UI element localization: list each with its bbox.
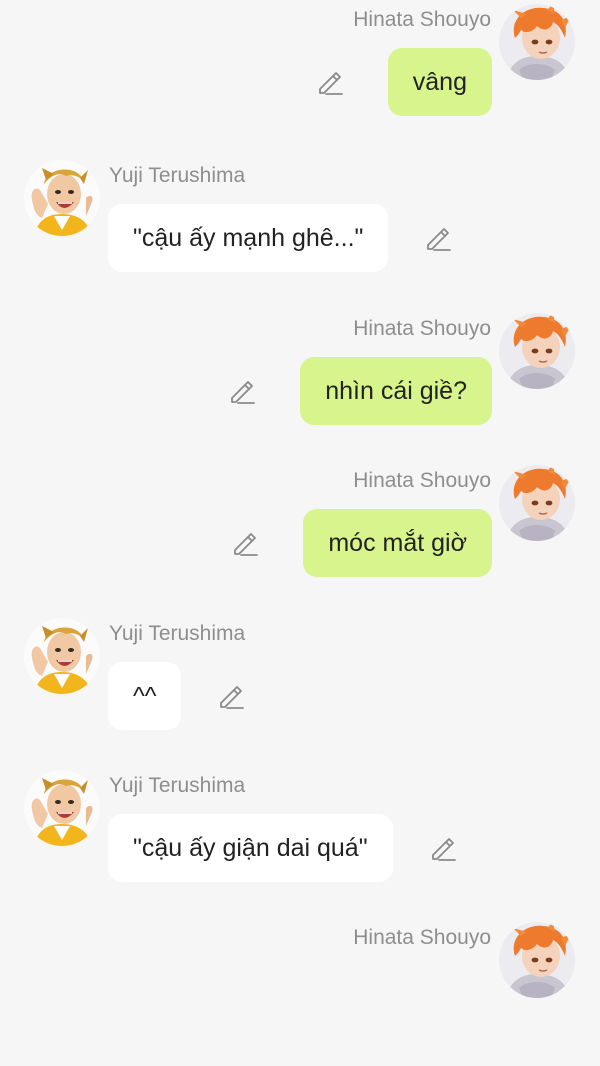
message-bubble[interactable]: nhìn cái giề? bbox=[300, 357, 492, 425]
hinata-avatar[interactable] bbox=[499, 4, 575, 80]
pencil-edit-icon[interactable] bbox=[315, 67, 345, 97]
message-bubble[interactable]: móc mắt giờ bbox=[303, 509, 492, 577]
pencil-edit-icon[interactable] bbox=[428, 833, 458, 863]
message-bubble[interactable]: "cậu ấy giận dai quá" bbox=[108, 814, 393, 882]
sender-name: Hinata Shouyo bbox=[353, 926, 491, 949]
pencil-edit-icon[interactable] bbox=[216, 681, 246, 711]
chat-message: Yuji Terushima ^^ bbox=[0, 610, 600, 762]
pencil-edit-icon[interactable] bbox=[227, 376, 257, 406]
sender-name: Hinata Shouyo bbox=[353, 469, 491, 492]
chat-message: Hinata Shouyo móc mắt giờ bbox=[0, 457, 600, 609]
yuji-avatar[interactable] bbox=[24, 618, 100, 694]
pencil-edit-icon[interactable] bbox=[230, 528, 260, 558]
hinata-avatar[interactable] bbox=[499, 922, 575, 998]
sender-name: Hinata Shouyo bbox=[353, 8, 491, 31]
chat-message: Hinata Shouyo nhìn cái giề? bbox=[0, 305, 600, 457]
message-bubble[interactable]: "cậu ấy mạnh ghê..." bbox=[108, 204, 389, 272]
sender-name: Yuji Terushima bbox=[109, 164, 246, 187]
chat-message: Yuji Terushima "cậu ấy giận dai quá" bbox=[0, 762, 600, 914]
hinata-avatar[interactable] bbox=[499, 313, 575, 389]
yuji-avatar[interactable] bbox=[24, 160, 100, 236]
message-bubble[interactable]: vâng bbox=[387, 48, 492, 116]
sender-name: Hinata Shouyo bbox=[353, 317, 491, 340]
message-bubble[interactable]: ^^ bbox=[108, 662, 182, 730]
chat-message: Hinata Shouyo vâng bbox=[0, 0, 600, 148]
hinata-avatar[interactable] bbox=[499, 465, 575, 541]
sender-name: Yuji Terushima bbox=[109, 622, 246, 645]
chat-message: Hinata Shouyo bbox=[0, 914, 600, 1066]
chat-message: Yuji Terushima "cậu ấy mạnh ghê..." bbox=[0, 152, 600, 304]
sender-name: Yuji Terushima bbox=[109, 774, 246, 797]
yuji-avatar[interactable] bbox=[24, 770, 100, 846]
pencil-edit-icon[interactable] bbox=[423, 223, 453, 253]
